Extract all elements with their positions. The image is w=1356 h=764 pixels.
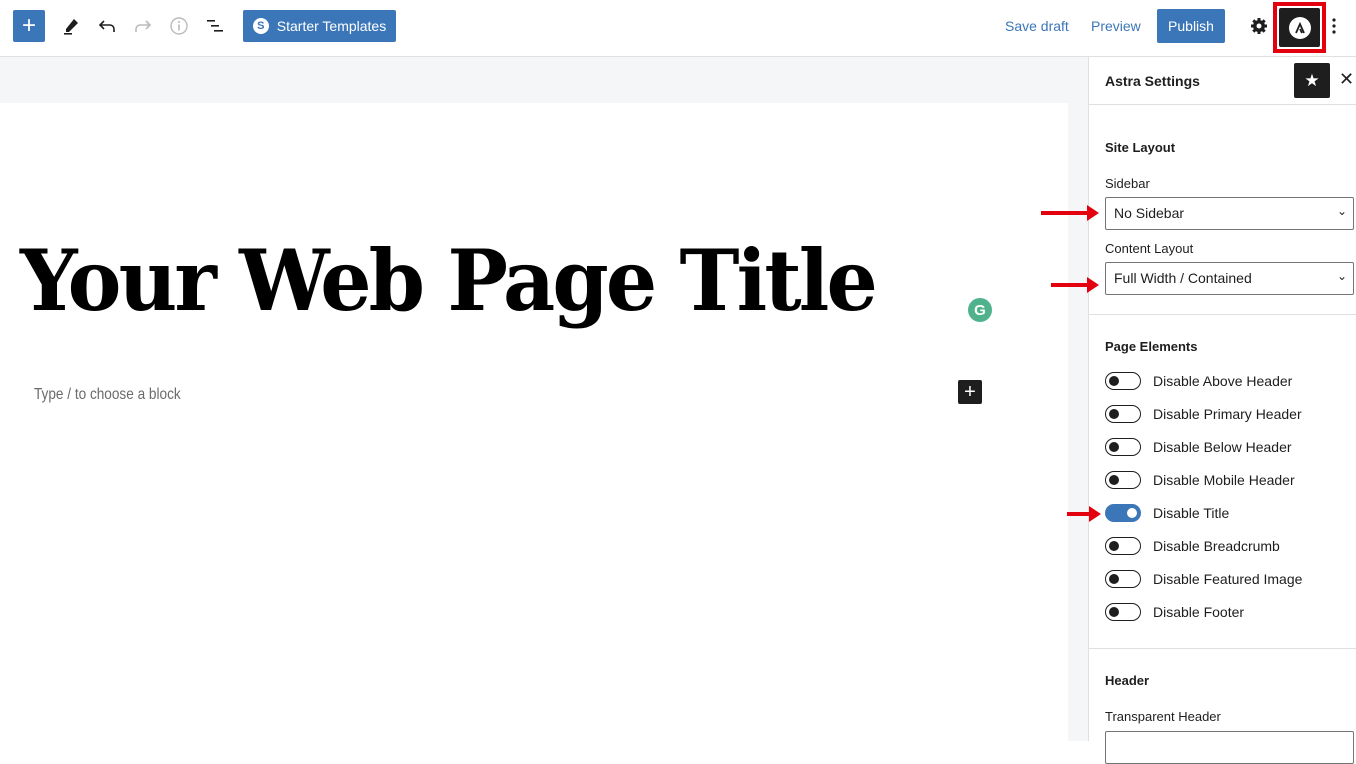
transparent-header-select[interactable] [1105, 731, 1354, 764]
toggle-row[interactable]: Disable Breadcrumb [1105, 536, 1280, 556]
toggle-knob [1109, 376, 1119, 386]
sidebar-header: Astra Settings ★ ✕ [1089, 57, 1356, 105]
save-draft-button[interactable]: Save draft [1005, 16, 1069, 36]
undo-button[interactable] [91, 10, 123, 42]
grammarly-icon[interactable]: G [968, 298, 992, 322]
toggle-label: Disable Featured Image [1153, 571, 1303, 587]
section-title: Page Elements [1105, 339, 1198, 354]
toggle-label: Disable Below Header [1153, 439, 1292, 455]
undo-icon [98, 20, 115, 32]
toggle-switch[interactable] [1105, 504, 1141, 522]
annotation-arrow [1051, 277, 1099, 293]
more-vertical-icon [1332, 18, 1336, 34]
sidebar-select[interactable]: No Sidebar ⌄ [1105, 197, 1354, 230]
toggle-label: Disable Primary Header [1153, 406, 1302, 422]
annotation-arrow [1041, 205, 1099, 221]
content-layout-label: Content Layout [1105, 241, 1194, 256]
toggle-switch[interactable] [1105, 603, 1141, 621]
chevron-down-icon: ⌄ [1336, 269, 1347, 283]
toggle-label: Disable Mobile Header [1153, 472, 1295, 488]
publish-button[interactable]: Publish [1157, 9, 1225, 43]
astra-settings-button[interactable] [1279, 8, 1320, 47]
page-elements-section: Page Elements Disable Above Header Disabl… [1089, 315, 1356, 649]
starter-templates-icon: S [252, 18, 269, 34]
plus-icon: + [21, 12, 36, 39]
sidebar-title: Astra Settings [1105, 73, 1200, 89]
close-button[interactable]: ✕ [1339, 69, 1354, 90]
toggle-label: Disable Breadcrumb [1153, 538, 1280, 554]
toggle-knob [1127, 508, 1137, 518]
content-layout-select[interactable]: Full Width / Contained ⌄ [1105, 262, 1354, 295]
tools-button[interactable] [55, 10, 87, 42]
close-icon: ✕ [1339, 69, 1355, 89]
details-button[interactable] [163, 10, 195, 42]
starter-templates-label: Starter Templates [276, 18, 387, 34]
toggle-switch[interactable] [1105, 537, 1141, 555]
toggle-knob [1109, 475, 1119, 485]
toggle-switch[interactable] [1105, 405, 1141, 423]
toggle-switch[interactable] [1105, 471, 1141, 489]
toggle-switch[interactable] [1105, 372, 1141, 390]
section-title: Site Layout [1105, 140, 1176, 155]
toggle-label: Disable Above Header [1153, 373, 1293, 389]
more-options-button[interactable] [1319, 10, 1349, 42]
toggle-label: Disable Title [1153, 505, 1230, 521]
section-title: Header [1105, 673, 1150, 688]
pencil-icon [64, 19, 78, 35]
add-block-button[interactable]: + [13, 10, 45, 42]
gear-icon [1251, 18, 1267, 34]
sidebar-label: Sidebar [1105, 176, 1150, 191]
settings-button[interactable] [1243, 10, 1275, 42]
toggle-knob [1109, 574, 1119, 584]
toggle-row[interactable]: Disable Title [1105, 503, 1229, 523]
toggle-row[interactable]: Disable Footer [1105, 602, 1244, 622]
toggle-knob [1109, 409, 1119, 419]
plus-icon: + [964, 380, 976, 403]
redo-icon [135, 20, 152, 32]
transparent-header-label: Transparent Header [1105, 709, 1221, 724]
editor-canvas: Your Web Page Title G Type / to choose a… [0, 103, 1068, 741]
page-title[interactable]: Your Web Page Title [20, 231, 878, 330]
annotation-arrow [1067, 506, 1101, 522]
header-section: Header Transparent Header [1089, 649, 1356, 764]
toggle-knob [1109, 541, 1119, 551]
toggle-row[interactable]: Disable Featured Image [1105, 569, 1302, 589]
info-icon [170, 17, 188, 35]
toggle-switch[interactable] [1105, 570, 1141, 588]
toggle-knob [1109, 607, 1119, 617]
inline-add-block-button[interactable]: + [958, 380, 982, 404]
toggle-row[interactable]: Disable Primary Header [1105, 404, 1302, 424]
toggle-label: Disable Footer [1153, 604, 1245, 620]
star-icon: ★ [1304, 70, 1320, 90]
toggle-row[interactable]: Disable Above Header [1105, 371, 1292, 391]
chevron-down-icon: ⌄ [1336, 204, 1347, 218]
block-placeholder[interactable]: Type / to choose a block [34, 386, 181, 404]
content-layout-select-value: Full Width / Contained [1114, 270, 1252, 286]
astra-logo-icon [1288, 16, 1311, 39]
pin-button[interactable]: ★ [1294, 63, 1330, 98]
site-layout-section: Site Layout Sidebar No Sidebar ⌄ Content… [1089, 105, 1356, 315]
toggle-knob [1109, 442, 1119, 452]
starter-templates-button[interactable]: S Starter Templates [243, 10, 396, 42]
toggle-row[interactable]: Disable Mobile Header [1105, 470, 1295, 490]
editor-toolbar: + S Starter Templates Save draft Preview… [0, 0, 1356, 57]
redo-button[interactable] [127, 10, 159, 42]
sidebar-select-value: No Sidebar [1114, 205, 1185, 221]
astra-settings-sidebar: Astra Settings ★ ✕ Site Layout Sidebar N… [1088, 57, 1356, 764]
list-view-icon [207, 20, 223, 32]
list-view-button[interactable] [199, 10, 231, 42]
preview-button[interactable]: Preview [1091, 16, 1141, 36]
toggle-switch[interactable] [1105, 438, 1141, 456]
toggle-row[interactable]: Disable Below Header [1105, 437, 1292, 457]
